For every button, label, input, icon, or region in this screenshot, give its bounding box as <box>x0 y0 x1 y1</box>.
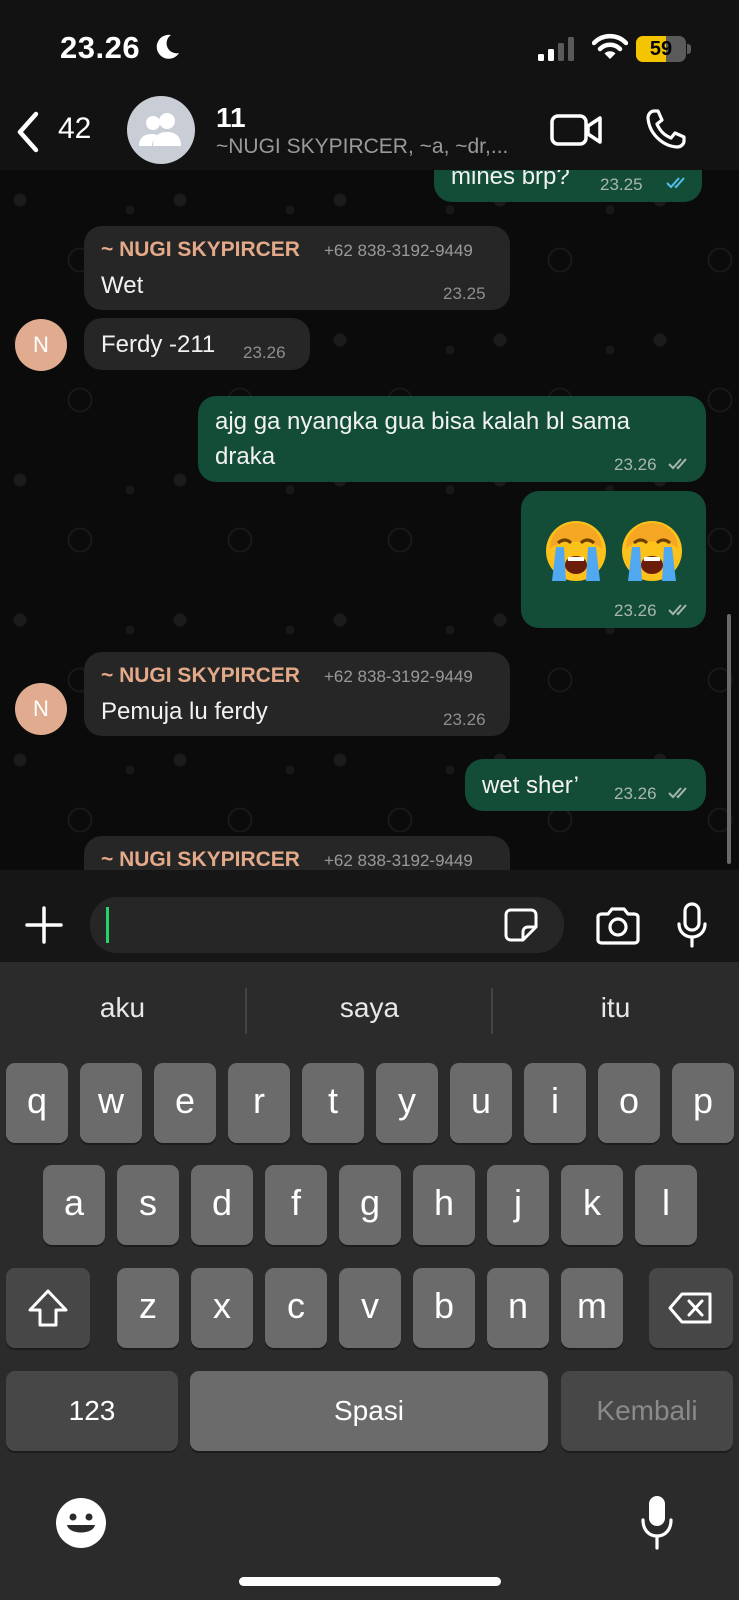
delivered-ticks-icon <box>668 458 687 470</box>
space-key[interactable]: Spasi <box>190 1371 548 1451</box>
key-f[interactable]: f <box>265 1165 327 1245</box>
delivered-ticks-icon <box>668 787 687 799</box>
suggestion[interactable]: saya <box>247 992 492 1024</box>
phone-icon[interactable] <box>645 108 687 150</box>
key-i[interactable]: i <box>524 1063 586 1143</box>
avatar[interactable]: N <box>15 319 67 371</box>
suggestion[interactable]: itu <box>493 992 738 1024</box>
wifi-icon <box>592 33 628 59</box>
key-k[interactable]: k <box>561 1165 623 1245</box>
loudly-crying-face-icon <box>546 521 606 581</box>
chat-title[interactable]: 11 <box>216 102 246 134</box>
message-time: 23.26 <box>243 343 286 362</box>
video-icon[interactable] <box>550 112 602 148</box>
message-time: 23.25 <box>600 175 643 194</box>
sender-phone: +62 838-3192-9449 <box>324 667 473 686</box>
key-b[interactable]: b <box>413 1268 475 1348</box>
key-t[interactable]: t <box>302 1063 364 1143</box>
unread-count[interactable]: 42 <box>58 112 91 146</box>
message-input[interactable] <box>90 897 564 953</box>
key-m[interactable]: m <box>561 1268 623 1348</box>
microphone-icon[interactable] <box>675 902 709 948</box>
key-n[interactable]: n <box>487 1268 549 1348</box>
message-time: 23.25 <box>443 284 486 303</box>
message-time: 23.26 <box>614 455 657 474</box>
key-u[interactable]: u <box>450 1063 512 1143</box>
outgoing-message[interactable]: wet sher’ 23.26 <box>465 759 706 811</box>
key-z[interactable]: z <box>117 1268 179 1348</box>
key-l[interactable]: l <box>635 1165 697 1245</box>
key-e[interactable]: e <box>154 1063 216 1143</box>
dictation-mic-icon[interactable] <box>640 1494 674 1550</box>
status-time: 23.26 <box>60 30 141 65</box>
key-w[interactable]: w <box>80 1063 142 1143</box>
incoming-message[interactable]: Ferdy -211 23.26 <box>84 318 310 370</box>
key-c[interactable]: c <box>265 1268 327 1348</box>
backspace-icon <box>668 1292 712 1324</box>
delivered-ticks-icon <box>668 604 687 616</box>
sender-name[interactable]: ~ NUGI SKYPIRCER <box>101 848 300 872</box>
message-time: 23.26 <box>614 601 657 620</box>
shift-icon <box>28 1289 68 1327</box>
sender-name[interactable]: ~ NUGI SKYPIRCER <box>101 238 300 262</box>
key-s[interactable]: s <box>117 1165 179 1245</box>
moon-icon <box>156 34 179 59</box>
loudly-crying-face-icon <box>622 521 682 581</box>
key-x[interactable]: x <box>191 1268 253 1348</box>
group-icon <box>139 113 181 146</box>
emoji-keyboard-icon[interactable] <box>55 1497 107 1549</box>
key-p[interactable]: p <box>672 1063 734 1143</box>
chevron-left-icon[interactable] <box>14 110 44 154</box>
battery-percent: 59 <box>649 38 673 60</box>
key-q[interactable]: q <box>6 1063 68 1143</box>
numbers-key[interactable]: 123 <box>6 1371 178 1451</box>
key-o[interactable]: o <box>598 1063 660 1143</box>
key-y[interactable]: y <box>376 1063 438 1143</box>
signal-icon <box>538 37 574 61</box>
message-time: 23.26 <box>614 784 657 803</box>
sender-phone: +62 838-3192-9449 <box>324 851 473 870</box>
incoming-message[interactable]: ~ NUGI SKYPIRCER +62 838-3192-9449 Wet 2… <box>84 226 510 310</box>
key-r[interactable]: r <box>228 1063 290 1143</box>
message-time: 23.26 <box>443 710 486 729</box>
return-key[interactable]: Kembali <box>561 1371 733 1451</box>
sender-phone: +62 838-3192-9449 <box>324 241 473 260</box>
avatar[interactable]: N <box>15 683 67 735</box>
backspace-key[interactable] <box>649 1268 733 1348</box>
plus-icon[interactable] <box>24 905 64 945</box>
shift-key[interactable] <box>6 1268 90 1348</box>
incoming-message[interactable]: ~ NUGI SKYPIRCER +62 838-3192-9449 Pemuj… <box>84 652 510 736</box>
key-a[interactable]: a <box>43 1165 105 1245</box>
sticker-icon[interactable] <box>503 907 539 943</box>
text-caret <box>106 907 109 943</box>
outgoing-emoji-message[interactable]: 23.26 <box>521 491 706 628</box>
battery-indicator: 59 <box>636 36 692 62</box>
key-d[interactable]: d <box>191 1165 253 1245</box>
camera-icon[interactable] <box>594 906 642 946</box>
chat-scrollbar[interactable] <box>727 614 731 864</box>
outgoing-message[interactable]: ajg ga nyangka gua bisa kalah bl sama dr… <box>198 396 706 482</box>
key-j[interactable]: j <box>487 1165 549 1245</box>
chat-area[interactable]: mines brp? 23.25 ~ NUGI SKYPIRCER +62 83… <box>0 170 739 883</box>
group-avatar[interactable] <box>127 96 195 164</box>
home-indicator[interactable] <box>239 1577 501 1586</box>
outgoing-message[interactable]: mines brp? 23.25 <box>434 170 702 202</box>
key-v[interactable]: v <box>339 1268 401 1348</box>
suggestion[interactable]: aku <box>0 992 245 1024</box>
read-ticks-icon <box>666 177 685 189</box>
key-h[interactable]: h <box>413 1165 475 1245</box>
key-g[interactable]: g <box>339 1165 401 1245</box>
chat-participants[interactable]: ~NUGI SKYPIRCER, ~a, ~dr,... <box>216 135 526 159</box>
sender-name[interactable]: ~ NUGI SKYPIRCER <box>101 664 300 688</box>
